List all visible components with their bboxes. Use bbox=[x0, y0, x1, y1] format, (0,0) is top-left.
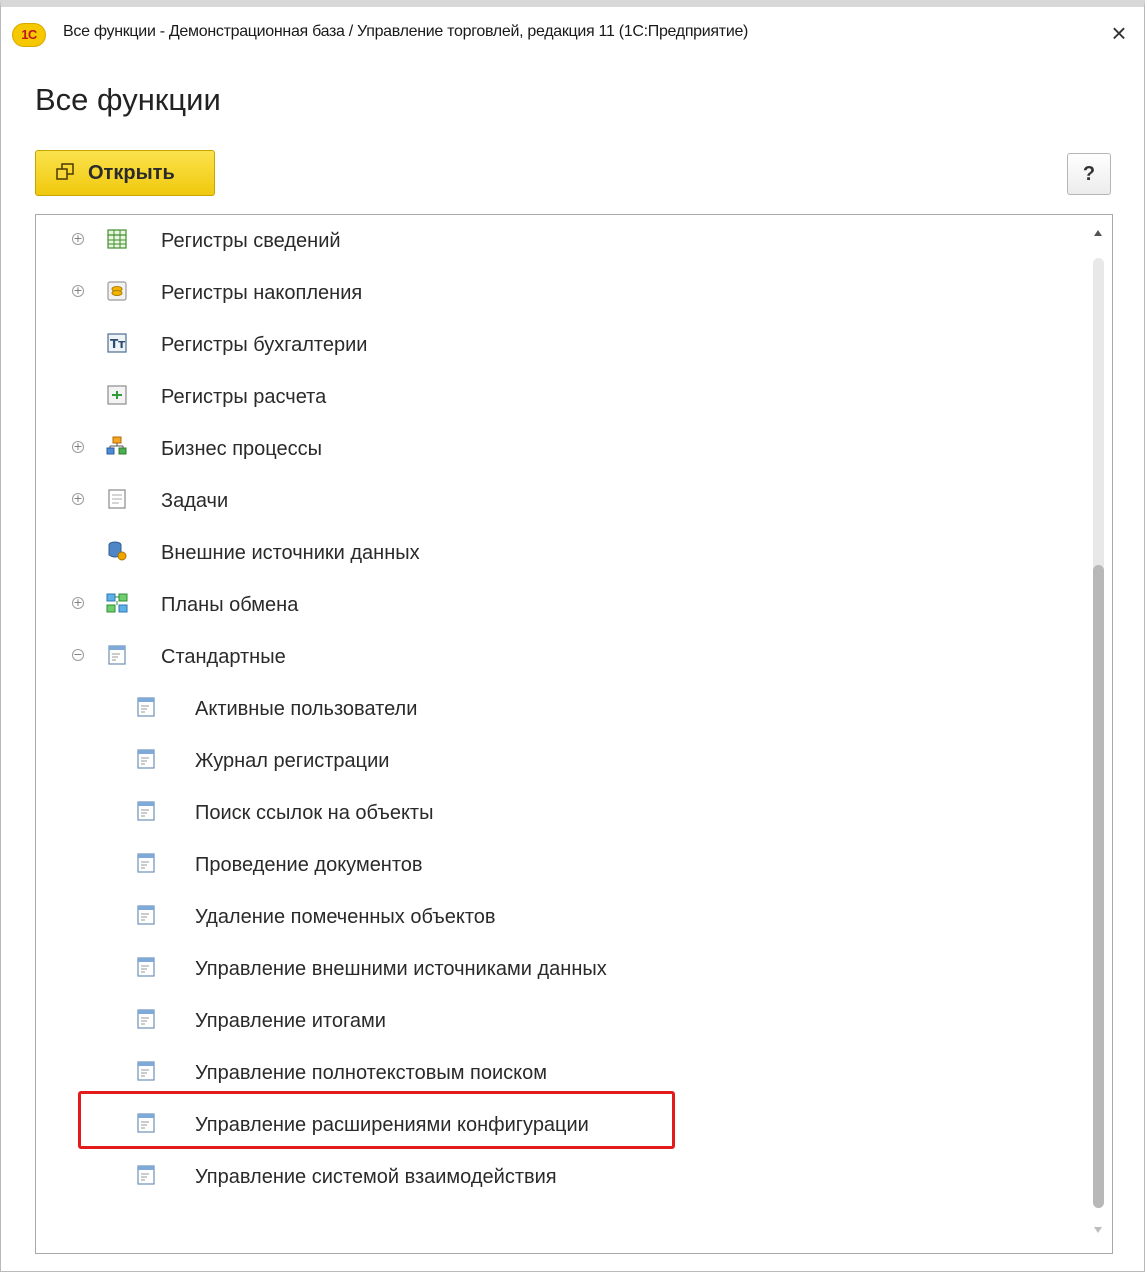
scroll-down-arrow-icon[interactable] bbox=[1094, 1227, 1102, 1233]
tree-item-label: Поиск ссылок на объекты bbox=[195, 802, 434, 824]
form-icon bbox=[137, 1009, 155, 1029]
scrollbar-thumb[interactable] bbox=[1093, 565, 1104, 1208]
1c-logo-icon: 1С bbox=[12, 23, 46, 47]
task-icon bbox=[108, 489, 126, 509]
tree-item-label: Регистры расчета bbox=[161, 386, 327, 408]
open-window-icon bbox=[56, 163, 74, 180]
tree-item-label: Активные пользователи bbox=[195, 698, 418, 720]
standard-processing-icon bbox=[108, 645, 126, 665]
tree-item-label: Задачи bbox=[161, 490, 229, 512]
business-process-icon bbox=[106, 436, 127, 455]
tree-item-exchange-plans[interactable]: + Планы обмена bbox=[36, 581, 1076, 631]
window-title: Все функции - Демонстрационная база / Уп… bbox=[63, 23, 749, 40]
tree-item-external-data-sources[interactable]: Внешние источники данных bbox=[36, 529, 1076, 579]
tree-item-label: Стандартные bbox=[161, 646, 286, 668]
tree-item-label: Внешние источники данных bbox=[161, 542, 420, 564]
tree-item-document-posting[interactable]: Проведение документов bbox=[36, 841, 1076, 891]
accounting-register-icon: Тт bbox=[107, 333, 127, 353]
tree-item-label: Проведение документов bbox=[195, 854, 423, 876]
expand-plus-icon[interactable]: + bbox=[72, 493, 84, 505]
tree-item-label: Управление внешними источниками данных bbox=[195, 958, 607, 980]
form-icon bbox=[137, 957, 155, 977]
tree-item-find-references[interactable]: Поиск ссылок на объекты bbox=[36, 789, 1076, 839]
all-functions-window: 1С Все функции - Демонстрационная база /… bbox=[0, 0, 1145, 1272]
vertical-scrollbar[interactable] bbox=[1087, 215, 1111, 1253]
tree-item-label: Управление системой взаимодействия bbox=[195, 1166, 557, 1188]
form-icon bbox=[137, 853, 155, 873]
tree-item-standard[interactable]: − Стандартные bbox=[36, 633, 1076, 683]
tree-item-fulltext-search-management[interactable]: Управление полнотекстовым поиском bbox=[36, 1049, 1076, 1099]
tree-item-totals-management[interactable]: Управление итогами bbox=[36, 997, 1076, 1047]
expand-plus-icon[interactable]: + bbox=[72, 597, 84, 609]
form-icon bbox=[137, 749, 155, 769]
open-button-label: Открыть bbox=[88, 162, 175, 184]
tree-item-label: Управление полнотекстовым поиском bbox=[195, 1062, 548, 1084]
tree-item-calculation-registers[interactable]: Регистры расчета bbox=[36, 373, 1076, 423]
tree-item-collaboration-system[interactable]: Управление системой взаимодействия bbox=[36, 1153, 1076, 1203]
svg-text:Тт: Тт bbox=[110, 337, 125, 351]
tree-item-label: Удаление помеченных объектов bbox=[195, 906, 496, 928]
expand-plus-icon[interactable]: + bbox=[72, 441, 84, 453]
functions-tree: + Регистры сведений + Регистры накоплени… bbox=[35, 214, 1113, 1254]
external-data-source-icon bbox=[108, 541, 127, 561]
close-button[interactable]: × bbox=[1106, 20, 1132, 46]
tree-item-label: Регистры накопления bbox=[161, 282, 363, 304]
tree-item-delete-marked[interactable]: Удаление помеченных объектов bbox=[36, 893, 1076, 943]
tree-item-tasks[interactable]: + Задачи bbox=[36, 477, 1076, 527]
tree-item-label: Регистры сведений bbox=[161, 230, 341, 252]
tree-item-label: Управление итогами bbox=[195, 1010, 386, 1032]
form-icon bbox=[137, 905, 155, 925]
tree-item-accumulation-registers[interactable]: + Регистры накопления bbox=[36, 269, 1076, 319]
tree-item-label: Бизнес процессы bbox=[161, 438, 322, 460]
form-icon bbox=[137, 801, 155, 821]
tree-item-event-log[interactable]: Журнал регистрации bbox=[36, 737, 1076, 787]
tree-item-label: Планы обмена bbox=[161, 594, 299, 616]
info-register-icon bbox=[107, 229, 127, 249]
tree-item-configuration-extensions[interactable]: Управление расширениями конфигурации bbox=[36, 1101, 1076, 1151]
expand-plus-icon[interactable]: + bbox=[72, 233, 84, 245]
tree-item-label: Регистры бухгалтерии bbox=[161, 334, 368, 356]
form-icon bbox=[137, 1061, 155, 1081]
tree-item-label: Управление расширениями конфигурации bbox=[195, 1114, 589, 1136]
tree-item-accounting-registers[interactable]: Тт Регистры бухгалтерии bbox=[36, 321, 1076, 371]
title-bar: 1С Все функции - Демонстрационная база /… bbox=[1, 7, 1144, 59]
tree-item-business-processes[interactable]: + Бизнес процессы bbox=[36, 425, 1076, 475]
tree-item-label: Журнал регистрации bbox=[195, 750, 390, 772]
form-icon bbox=[137, 1165, 155, 1185]
tree-item-active-users[interactable]: Активные пользователи bbox=[36, 685, 1076, 735]
exchange-plan-icon bbox=[106, 593, 128, 613]
tree-item-info-registers[interactable]: + Регистры сведений bbox=[36, 217, 1076, 267]
form-icon bbox=[137, 1113, 155, 1133]
open-button[interactable]: Открыть bbox=[35, 150, 215, 196]
help-button[interactable]: ? bbox=[1067, 153, 1111, 195]
tree-item-external-sources-management[interactable]: Управление внешними источниками данных bbox=[36, 945, 1076, 995]
calculation-register-icon bbox=[107, 385, 127, 405]
page-title: Все функции bbox=[35, 82, 221, 117]
collapse-minus-icon[interactable]: − bbox=[72, 649, 84, 661]
form-icon bbox=[137, 697, 155, 717]
scroll-up-arrow-icon[interactable] bbox=[1094, 230, 1102, 236]
expand-plus-icon[interactable]: + bbox=[72, 285, 84, 297]
accumulation-register-icon bbox=[107, 281, 127, 301]
